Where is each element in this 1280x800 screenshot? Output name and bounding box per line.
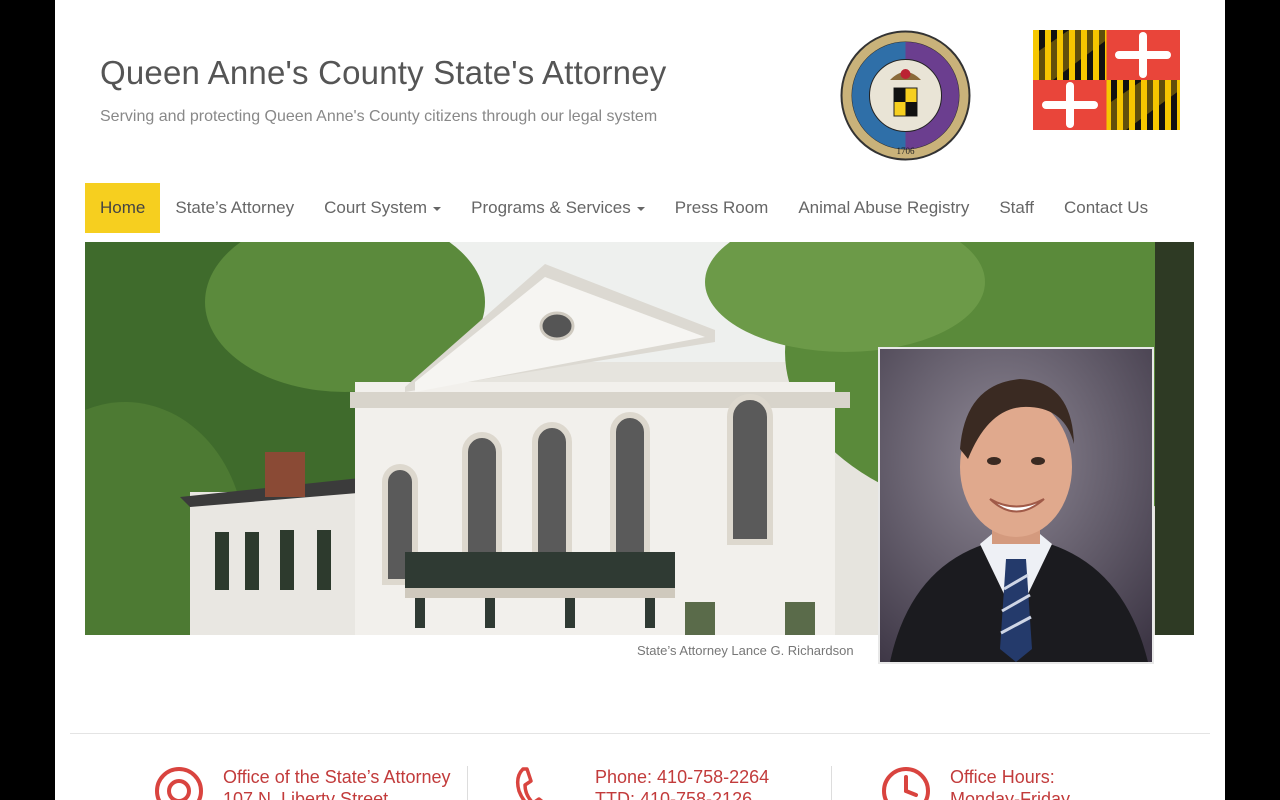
section-divider [70, 733, 1210, 734]
nav-animal-abuse-registry-label: Animal Abuse Registry [798, 198, 970, 217]
nav-animal-abuse-registry[interactable]: Animal Abuse Registry [783, 183, 984, 233]
ttd-number[interactable]: TTD: 410-758-2126 [595, 788, 769, 800]
county-seal-logo: 1706 [840, 30, 971, 161]
hours-title: Office Hours: [950, 767, 1055, 787]
caret-down-icon [636, 206, 645, 211]
nav-home-label: Home [100, 198, 146, 217]
address-line-2: 107 N. Liberty Street [223, 789, 389, 800]
clock-icon [882, 767, 930, 800]
location-pin-icon [155, 767, 203, 800]
maryland-flag-logo [1033, 30, 1180, 130]
nav-court-system[interactable]: Court System [309, 183, 456, 233]
nav-press-room-label: Press Room [674, 198, 769, 217]
caret-down-icon [433, 206, 442, 211]
nav-programs-services[interactable]: Programs & Services [456, 183, 660, 233]
address-line-1: Office of the State’s Attorney [223, 767, 451, 787]
contact-separator [831, 766, 832, 800]
site-title[interactable]: Queen Anne's County State's Attorney [100, 54, 667, 92]
nav-staff-label: Staff [999, 198, 1034, 217]
contact-separator [467, 766, 468, 800]
site-tagline: Serving and protecting Queen Anne's Coun… [100, 108, 658, 125]
contact-phone: Phone: 410-758-2264 TTD: 410-758-2126 [595, 766, 769, 800]
seal-year: 1706 [897, 146, 916, 156]
contact-hours: Office Hours: Monday-Friday [950, 766, 1070, 800]
phone-number[interactable]: Phone: 410-758-2264 [595, 766, 769, 788]
nav-states-attorney-label: State’s Attorney [175, 198, 295, 217]
hero-caption: State’s Attorney Lance G. Richardson [637, 643, 854, 658]
nav-court-system-label: Court System [324, 198, 428, 217]
nav-contact-us[interactable]: Contact Us [1049, 183, 1163, 233]
nav-press-room[interactable]: Press Room [660, 183, 784, 233]
main-navigation: Home State’s Attorney Court System Progr… [85, 183, 1163, 233]
states-attorney-portrait [878, 347, 1154, 664]
hours-days: Monday-Friday [950, 789, 1071, 800]
nav-home[interactable]: Home [85, 183, 161, 233]
nav-contact-us-label: Contact Us [1064, 198, 1149, 217]
nav-states-attorney[interactable]: State’s Attorney [160, 183, 309, 233]
nav-programs-services-label: Programs & Services [471, 198, 631, 217]
page: Queen Anne's County State's Attorney Ser… [55, 0, 1225, 800]
nav-staff[interactable]: Staff [984, 183, 1049, 233]
contact-address: Office of the State’s Attorney 107 N. Li… [223, 766, 450, 800]
phone-icon [515, 767, 544, 800]
